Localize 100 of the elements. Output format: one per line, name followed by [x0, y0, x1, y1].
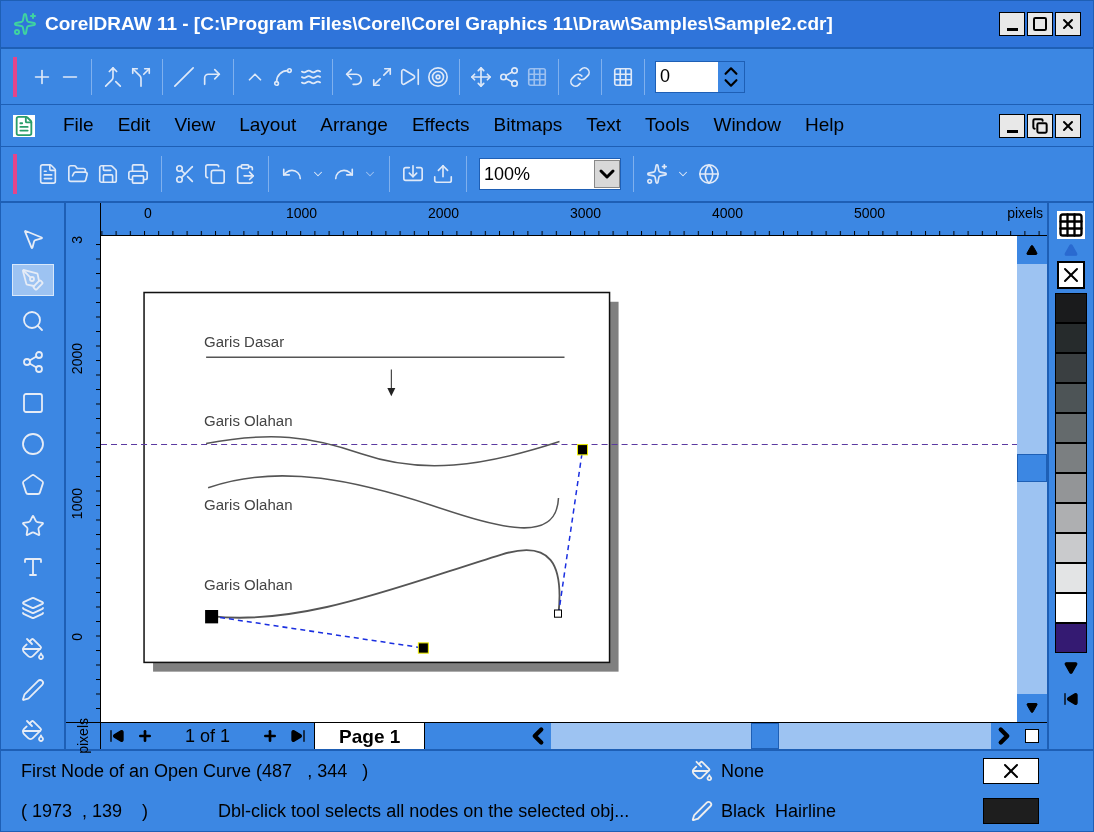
caret-icon[interactable] — [594, 160, 620, 188]
scroll-up-icon[interactable] — [1017, 236, 1047, 264]
scroll-down-icon[interactable] — [1017, 694, 1047, 722]
pen-icon — [20, 678, 45, 702]
color-swatch[interactable] — [1055, 383, 1087, 413]
menu-item[interactable]: Layout — [227, 111, 309, 140]
menu-item[interactable]: Effects — [399, 111, 482, 140]
restore-button[interactable] — [1027, 113, 1053, 138]
close-button[interactable] — [1055, 113, 1081, 138]
canvas-label: Garis Olahan — [204, 496, 293, 514]
minimize-icon — [1006, 129, 1018, 133]
control-point[interactable] — [417, 642, 429, 654]
first-node[interactable] — [205, 610, 219, 624]
down-arrow — [387, 369, 396, 397]
split-icon[interactable] — [130, 65, 152, 88]
spline-icon[interactable] — [272, 65, 294, 88]
ruler-label: 5000 — [854, 204, 886, 223]
first-page-icon[interactable] — [109, 728, 125, 744]
color-swatch[interactable] — [1055, 353, 1087, 383]
merge-icon[interactable] — [102, 65, 124, 88]
move-icon[interactable] — [470, 65, 492, 88]
number-spin-field[interactable]: 0 — [655, 60, 745, 93]
printer-icon[interactable] — [127, 163, 149, 185]
control-point[interactable] — [577, 444, 589, 456]
rectangle-icon — [20, 391, 45, 415]
color-swatch[interactable] — [1055, 293, 1087, 323]
app-logo-icon — [13, 12, 37, 36]
target-icon[interactable] — [427, 65, 449, 88]
ruler-label: 1000 — [70, 488, 84, 520]
sparkle-icon[interactable] — [646, 163, 668, 185]
menu-item[interactable]: Edit — [105, 111, 163, 140]
spin-icon[interactable] — [718, 61, 744, 92]
close-icon — [1060, 16, 1076, 32]
line-icon[interactable] — [173, 65, 195, 88]
open-folder-icon[interactable] — [67, 163, 89, 185]
scroll-thumb[interactable] — [751, 723, 780, 749]
scroll-down-icon[interactable] — [1064, 661, 1078, 675]
add-page-icon[interactable] — [137, 728, 153, 744]
cursor-coordinates: ( 1973 , 139 ) — [21, 799, 149, 823]
add-page-icon[interactable] — [262, 728, 279, 744]
page-tab[interactable]: Page 1 — [314, 723, 426, 749]
scroll-left-icon[interactable] — [525, 723, 552, 749]
canvas-label: Garis Olahan — [204, 576, 293, 594]
outline-value: Black Hairline — [721, 799, 837, 823]
document-icon — [13, 114, 35, 137]
zoom-combo[interactable]: 100% — [479, 158, 621, 190]
grid-icon[interactable] — [612, 65, 634, 88]
nodes-icon[interactable] — [498, 65, 520, 88]
object-info: First Node of an Open Curve (487 , 344 ) — [21, 759, 370, 783]
globe-icon[interactable] — [698, 163, 720, 185]
color-swatch[interactable] — [1055, 473, 1087, 503]
maximize-button[interactable] — [1027, 12, 1053, 36]
menu-item[interactable]: Help — [793, 111, 857, 140]
save-icon[interactable] — [97, 163, 119, 185]
menu-item[interactable]: File — [51, 111, 106, 140]
collapse-icon[interactable] — [1063, 691, 1079, 707]
paint-bucket-icon — [20, 637, 45, 661]
status-hint: Dbl-click tool selects all nodes on the selected obj... — [218, 799, 630, 823]
copy-icon[interactable] — [204, 163, 226, 185]
menu-item[interactable]: View — [162, 111, 228, 140]
color-swatch[interactable] — [1055, 593, 1087, 623]
palette-options-icon[interactable] — [1057, 211, 1085, 239]
ruler-unit: pixels — [1007, 204, 1043, 223]
menu-item[interactable]: Bitmaps — [481, 111, 575, 140]
paste-icon[interactable] — [234, 163, 256, 185]
link-icon[interactable] — [569, 65, 591, 88]
export-icon[interactable] — [432, 163, 454, 185]
close-button[interactable] — [1055, 12, 1081, 36]
new-document-icon[interactable] — [37, 163, 59, 185]
outline-swatch — [983, 798, 1039, 824]
menu-item[interactable]: Tools — [633, 111, 702, 140]
vertical-scrollbar[interactable] — [1017, 236, 1047, 722]
horizontal-ruler[interactable]: 0 1000 2000 3000 4000 5000 pixels — [101, 203, 1047, 236]
paint-bucket-icon — [20, 719, 45, 743]
scroll-right-icon[interactable] — [991, 723, 1017, 749]
minimize-button[interactable] — [999, 12, 1025, 36]
color-swatch[interactable] — [1055, 563, 1087, 593]
restore-icon — [1032, 117, 1048, 134]
color-swatch[interactable] — [1055, 323, 1087, 353]
menu-item[interactable]: Text — [574, 111, 634, 140]
color-swatch[interactable] — [1055, 533, 1087, 563]
scroll-thumb[interactable] — [1017, 454, 1047, 482]
menu-item[interactable]: Window — [701, 111, 794, 140]
color-swatch[interactable] — [1055, 623, 1087, 653]
expand-icon[interactable] — [371, 65, 393, 88]
color-swatch[interactable] — [1055, 443, 1087, 473]
tool-button[interactable] — [11, 264, 54, 296]
scissors-icon[interactable] — [174, 163, 196, 185]
search-icon — [20, 309, 45, 333]
color-swatch[interactable] — [1055, 503, 1087, 533]
grid-icon[interactable] — [526, 65, 548, 88]
no-color-swatch-icon[interactable] — [1057, 261, 1085, 289]
menu-item[interactable]: Arrange — [308, 111, 400, 140]
end-node[interactable] — [554, 609, 562, 618]
last-page-icon[interactable] — [290, 728, 307, 744]
star-icon — [20, 514, 45, 538]
minimize-button[interactable] — [999, 113, 1025, 138]
maximize-icon — [1032, 16, 1048, 32]
paint-bucket-icon — [691, 760, 713, 782]
color-swatch[interactable] — [1055, 413, 1087, 443]
